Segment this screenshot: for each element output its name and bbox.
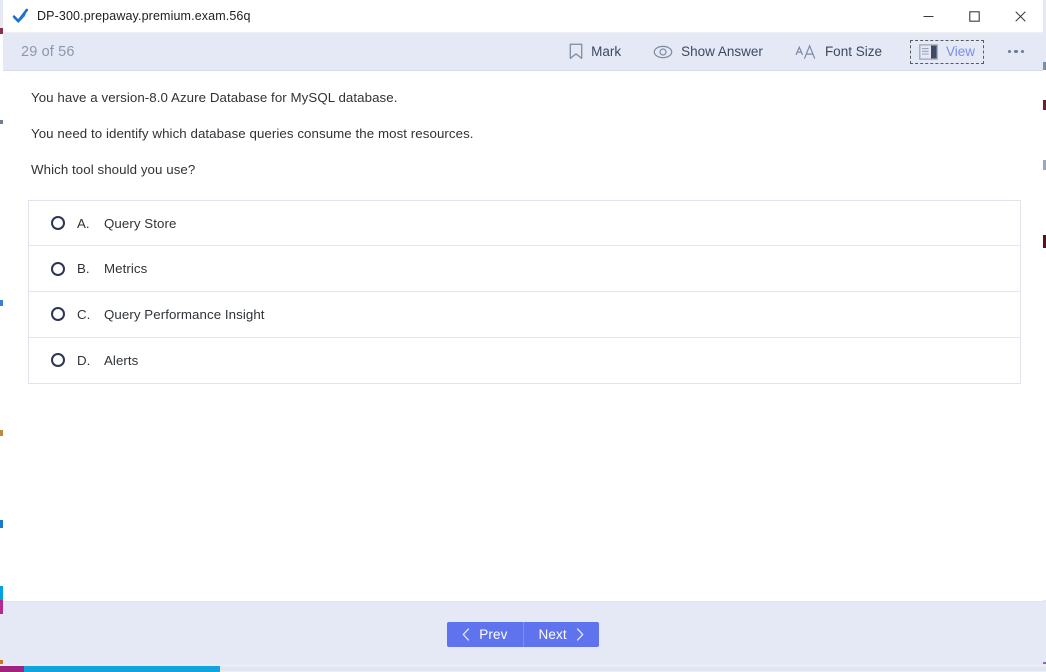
view-button-label: View [945, 43, 975, 59]
maximize-button[interactable] [951, 0, 997, 32]
show-answer-button[interactable]: Show Answer [644, 41, 772, 63]
prev-button-label: Prev [479, 626, 508, 642]
close-button[interactable] [997, 0, 1043, 32]
navigation-button-group: Prev Next [447, 621, 599, 647]
title-bar: DP-300.prepaway.premium.exam.56q [3, 0, 1043, 33]
mark-button-label: Mark [591, 43, 622, 59]
answer-option-a[interactable]: A. Query Store [29, 201, 1020, 247]
show-answer-button-label: Show Answer [681, 43, 763, 59]
answer-letter-c: C. [77, 306, 91, 322]
radio-button-d[interactable] [51, 353, 65, 368]
question-statement-line-2: You need to identify which database quer… [31, 125, 474, 141]
question-content: You have a version-8.0 Azure Database fo… [3, 71, 1043, 601]
mark-button[interactable]: Mark [560, 39, 630, 64]
answer-option-d[interactable]: D. Alerts [29, 338, 1020, 384]
answer-option-b[interactable]: B. Metrics [29, 246, 1020, 292]
answer-option-c[interactable]: C. Query Performance Insight [29, 292, 1020, 338]
minimize-button[interactable] [905, 0, 951, 32]
next-button-label: Next [538, 626, 567, 642]
answer-label-c: Query Performance Insight [104, 306, 265, 322]
background-taskbar-strip [0, 664, 1046, 672]
radio-button-c[interactable] [51, 307, 65, 322]
eye-icon [653, 45, 673, 59]
answer-label-b: Metrics [104, 261, 148, 277]
bookmark-icon [569, 43, 583, 60]
toolbar-actions: Mark Show Answer Font Size View [553, 33, 1043, 70]
window-title: DP-300.prepaway.premium.exam.56q [37, 9, 251, 23]
answer-label-d: Alerts [104, 352, 139, 368]
exam-app-window: DP-300.prepaway.premium.exam.56q 29 of 5… [3, 0, 1043, 664]
radio-button-a[interactable] [51, 216, 65, 231]
question-progress-label: 29 of 56 [21, 43, 75, 60]
view-button[interactable]: View [909, 39, 984, 64]
font-size-button[interactable]: Font Size [786, 40, 891, 64]
window-controls [905, 0, 1043, 32]
blue-checkmark-icon [12, 8, 29, 25]
answer-letter-b: B. [77, 261, 90, 277]
taskbar-segment-b [24, 666, 220, 672]
answer-letter-a: A. [77, 215, 90, 231]
navigation-footer: Prev Next [3, 601, 1043, 664]
radio-button-b[interactable] [51, 261, 65, 276]
font-size-icon [795, 43, 817, 60]
taskbar-segment-c [220, 667, 1046, 671]
taskbar-segment-a [0, 666, 24, 672]
answer-options-list: A. Query Store B. Metrics C. Query Perfo… [28, 199, 1021, 385]
question-prompt: Which tool should you use? [31, 161, 196, 177]
answer-letter-d: D. [77, 352, 91, 368]
more-options-button[interactable] [999, 37, 1033, 67]
question-statement-line-1: You have a version-8.0 Azure Database fo… [31, 90, 398, 105]
prev-button[interactable]: Prev [447, 621, 524, 647]
font-size-button-label: Font Size [824, 43, 882, 59]
answer-label-a: Query Store [104, 215, 177, 231]
next-button[interactable]: Next [523, 621, 599, 647]
chevron-left-icon [462, 627, 470, 641]
ellipsis-icon [1007, 49, 1025, 54]
chevron-right-icon [576, 627, 584, 641]
layout-panes-icon [919, 43, 938, 60]
exam-toolbar: 29 of 56 Mark Show Answer Font Size View [3, 33, 1043, 71]
